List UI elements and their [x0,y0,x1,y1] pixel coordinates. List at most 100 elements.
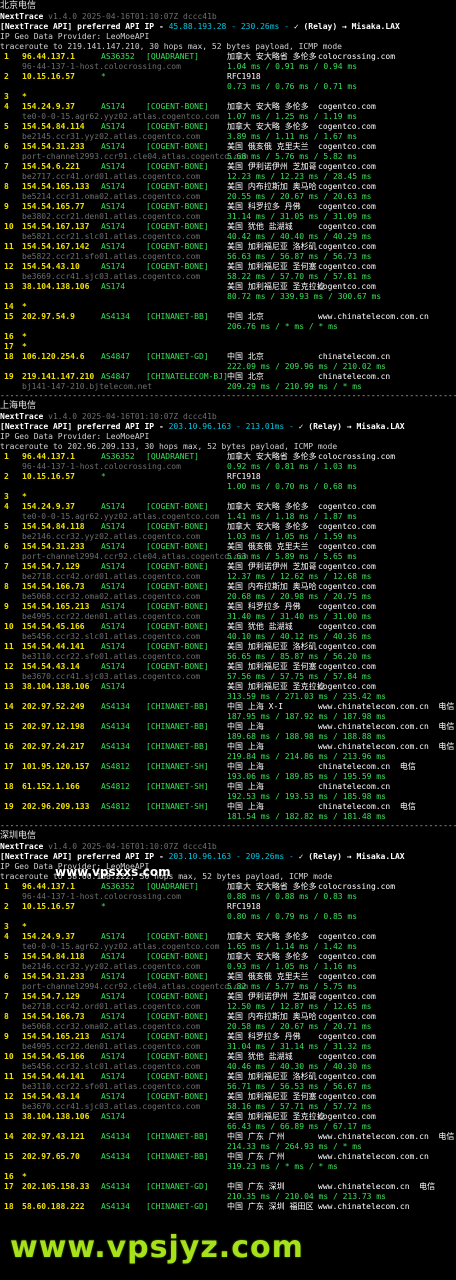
hop-ip: 154.54.84.114 [22,122,85,131]
tool-name: NextTrace [0,842,44,851]
hop-row: 19 202.96.209.133 AS4812 [CHINANET-SH] 中国 上海… [0,802,456,812]
hop-domain: www.chinatelecom.com.cn [318,312,429,321]
hop-detail-row: be2146.ccr32.yyz02.atlas.cogentco.com 1.0… [0,532,456,542]
hop-ip: 154.54.43.14 [22,662,80,671]
hop-number: 8 [4,1012,9,1021]
hop-detail-row: 96-44-137-1-host.colocrossing.com 0.88 ms… [0,892,456,902]
hop-ip: 154.54.44.141 [22,642,85,651]
hop-geo: 加拿大 安大略 多伦多 [227,122,309,131]
hop-geo: 美国 内布拉斯加 奥马哈 [227,1012,317,1021]
hop-rtt: 214.33 ms / 264.93 ms / * ms [227,1142,362,1151]
hop-hostname: be5214.ccr31.oma02.atlas.cogentco.com [22,192,201,201]
hop-row: 12 154.54.43.14 AS174 [COGENT-BONE] 美国 加利福尼亚… [0,1092,456,1102]
hop-asn: AS4134 [101,312,130,321]
hop-asn: AS36352 [101,452,135,461]
hop-rtt: 1.03 ms / 1.05 ms / 1.59 ms [227,532,358,541]
hop-domain: cogentco.com [318,582,376,591]
geo-provider-line: IP Geo Data Provider: LeoMoeAPI [0,32,150,41]
hop-geo: 加拿大 安大略 多伦多 [227,102,309,111]
hop-number: 12 [4,262,14,271]
hop-hostname: be2718.ccr42.ord01.atlas.cogentco.com [22,572,201,581]
hop-asn: AS174 [101,142,126,151]
hop-geo: 美国 加利福尼亚 洛杉矶 [227,1072,317,1081]
hop-geo: 加拿大 安大略 多伦多 [227,932,309,941]
hop-geo: 美国 加利福尼亚 圣何塞 [227,662,317,671]
hop-row: 17 101.95.120.157 AS4812 [CHINANET-SH] 中国 上海… [0,762,456,772]
hop-domain: cogentco.com [318,162,376,171]
hop-ip: 154.54.43.14 [22,1092,80,1101]
hop-domain: colocrossing.com [318,882,396,891]
hop-rtt: 80.72 ms / 339.93 ms / 300.67 ms [227,292,382,301]
hop-hostname: be5456.ccr32.slc01.atlas.cogentco.com [22,632,201,641]
hop-number: 9 [4,1032,9,1041]
tool-name: NextTrace [0,412,44,421]
hop-ip: 154.54.7.129 [22,562,80,571]
geo-provider-line: IP Geo Data Provider: LeoMoeAPI [0,432,150,441]
hop-geo: 中国 北京 [227,352,264,361]
hop-ip: 202.97.43.121 [22,1132,85,1141]
hop-geo: 美国 内布拉斯加 奥马哈 [227,582,317,591]
hop-domain: cogentco.com [318,972,376,981]
hop-detail-row: 1.00 ms / 0.70 ms / 0.68 ms [0,482,456,492]
api-prefix: [NextTrace API] preferred API IP - [0,852,169,861]
hop-ip: 154.54.7.129 [22,992,80,1001]
hop-detail-row: port-channel2993.ccr91.cle04.atlas.cogen… [0,152,456,162]
hop-number: 7 [4,992,9,1001]
api-relay: ✓ (Relay) → Misaka.LAX [298,852,405,861]
hop-row: 5 154.54.84.118 AS174 [COGENT-BONE] 加拿大 安大略 … [0,522,456,532]
hop-rtt: 57.56 ms / 57.75 ms / 57.84 ms [227,672,372,681]
hop-number: 2 [4,472,9,481]
hop-row: 14 * [0,302,456,312]
hop-number: 2 [4,72,9,81]
hop-row: 11 154.54.44.141 AS174 [COGENT-BONE] 美国 加利福尼… [0,642,456,652]
hop-asn: AS36352 [101,882,135,891]
hop-hostname: port-channel2994.ccr92.cle04.atlas.cogen… [22,552,249,561]
hop-row: 8 154.54.166.73 AS174 [COGENT-BONE] 美国 内布拉斯加… [0,1012,456,1022]
hop-asn: AS174 [101,582,126,591]
hop-row: 17 * [0,342,456,352]
hop-org: [COGENT-BONE] [146,952,209,961]
hop-asn: AS174 [101,562,126,571]
hop-row: 11 154.54.167.142 AS174 [COGENT-BONE] 美国 加利福… [0,242,456,252]
hop-domain: cogentco.com [318,682,376,691]
hop-domain: www.chinatelecom.cn [318,1202,410,1211]
hop-org: [CHINANET-GD] [146,352,209,361]
hop-ip: 154.54.84.118 [22,952,85,961]
hop-detail-row: te0-0-0-15.agr62.yyz02.atlas.cogentco.co… [0,112,456,122]
hop-domain: chinatelecom.cn [318,352,391,361]
hop-hostname: be4995.ccr22.den01.atlas.cogentco.com [22,1042,201,1051]
hop-ip: 154.54.165.133 [22,182,90,191]
hop-rtt: 3.89 ms / 1.11 ms / 1.67 ms [227,132,358,141]
hop-asn: AS174 [101,662,126,671]
hop-row: 15 202.97.65.70 AS4134 [CHINANET-BB] 中国 广东 广… [0,1152,456,1162]
hop-ip: 154.54.6.221 [22,162,80,171]
hop-number: 6 [4,972,9,981]
api-line: [NextTrace API] preferred API IP - 203.1… [0,422,456,432]
hop-detail-row: be2146.ccr32.yyz02.atlas.cogentco.com 0.9… [0,962,456,972]
hop-geo: 美国 犹他 盐湖城 [227,222,293,231]
hop-org: [COGENT-BONE] [146,642,209,651]
hop-row: 5 154.54.84.118 AS174 [COGENT-BONE] 加拿大 安大略 … [0,952,456,962]
hop-asn: AS174 [101,502,126,511]
hop-row: 9 154.54.165.213 AS174 [COGENT-BONE] 美国 科罗拉多… [0,1032,456,1042]
hop-ip: 202.96.209.133 [22,802,90,811]
hop-rtt: 40.46 ms / 40.30 ms / 40.30 ms [227,1062,372,1071]
hop-row: 3 * [0,922,456,932]
hop-domain: cogentco.com [318,142,376,151]
hop-asn: AS174 [101,682,126,691]
hop-org: [COGENT-BONE] [146,142,209,151]
hop-row: 9 154.54.165.77 AS174 [COGENT-BONE] 美国 科罗拉多 … [0,202,456,212]
hop-domain: cogentco.com [318,932,376,941]
hop-org: [COGENT-BONE] [146,622,209,631]
hop-ip: 10.15.16.57 [22,72,75,81]
hop-geo: 中国 广东 广州 [227,1152,285,1161]
hop-geo: 加拿大 安大略 多伦多 [227,522,309,531]
hop-row: 2 10.15.16.57 * RFC1918 [0,472,456,482]
hop-rtt: 20.58 ms / 20.67 ms / 20.71 ms [227,1022,372,1031]
hop-domain: www.chinatelecom.com.cn 电信 [318,722,455,731]
hop-detail-row: be2718.ccr42.ord01.atlas.cogentco.com 12.… [0,572,456,582]
hop-row: 16 * [0,332,456,342]
hop-asn: AS174 [101,542,126,551]
api-ip: 45.88.193.28 [168,22,227,31]
hop-domain: cogentco.com [318,602,376,611]
